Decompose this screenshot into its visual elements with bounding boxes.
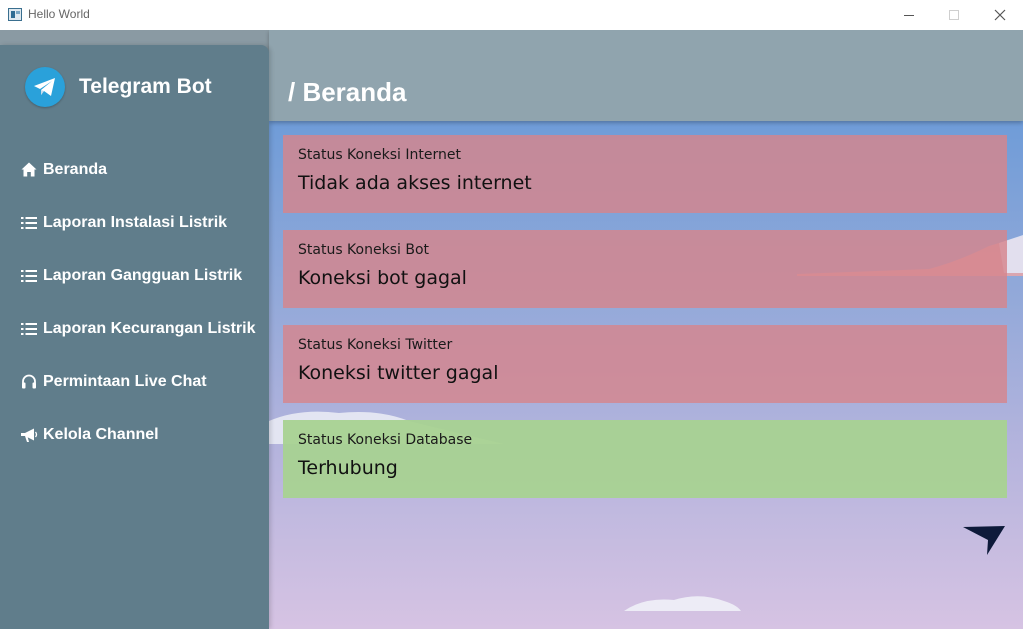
status-card-bot: Status Koneksi Bot Koneksi bot gagal — [283, 230, 1007, 308]
status-card-database: Status Koneksi Database Terhubung — [283, 420, 1007, 498]
list-icon — [20, 320, 38, 338]
brand: Telegram Bot — [25, 67, 212, 107]
maximize-icon — [949, 10, 959, 20]
status-card-twitter: Status Koneksi Twitter Koneksi twitter g… — [283, 325, 1007, 403]
status-card-label: Status Koneksi Database — [298, 432, 473, 448]
sidebar-item-label: Laporan Gangguan Listrik — [43, 266, 243, 284]
sidebar: Telegram Bot Beranda Laporan Instalasi L… — [0, 45, 269, 629]
sidebar-item-laporan-gangguan[interactable]: Laporan Gangguan Listrik — [20, 249, 256, 302]
sidebar-item-laporan-instalasi[interactable]: Laporan Instalasi Listrik — [20, 196, 256, 249]
status-card-value: Koneksi bot gagal — [298, 267, 467, 289]
minimize-button[interactable] — [886, 0, 932, 30]
status-card-label: Status Koneksi Twitter — [298, 337, 453, 353]
sidebar-item-beranda[interactable]: Beranda — [20, 143, 256, 196]
sidebar-nav: Beranda Laporan Instalasi Listrik Lapora… — [20, 143, 256, 461]
sidebar-item-label: Laporan Instalasi Listrik — [43, 213, 228, 231]
sidebar-item-live-chat[interactable]: Permintaan Live Chat — [20, 355, 256, 408]
minimize-icon — [904, 14, 914, 16]
brand-name: Telegram Bot — [79, 75, 212, 98]
close-button[interactable] — [977, 0, 1023, 30]
sidebar-item-label: Beranda — [43, 160, 108, 178]
status-card-value: Tidak ada akses internet — [298, 172, 532, 194]
status-card-label: Status Koneksi Internet — [298, 147, 461, 163]
window-content: Telegram Bot Beranda Laporan Instalasi L… — [0, 30, 1023, 629]
headset-icon — [20, 373, 38, 391]
page-header: / Beranda — [269, 30, 1023, 121]
close-icon — [994, 9, 1006, 21]
status-card-value: Terhubung — [298, 457, 398, 479]
sidebar-item-label: Laporan Kecurangan Listrik — [43, 319, 256, 337]
sidebar-item-label: Permintaan Live Chat — [43, 372, 207, 390]
list-icon — [20, 267, 38, 285]
telegram-logo-icon — [25, 67, 65, 107]
sidebar-item-kelola-channel[interactable]: Kelola Channel — [20, 408, 256, 461]
list-icon — [20, 214, 38, 232]
status-card-internet: Status Koneksi Internet Tidak ada akses … — [283, 135, 1007, 213]
page-title: / Beranda — [288, 77, 407, 107]
status-card-label: Status Koneksi Bot — [298, 242, 429, 258]
paper-plane-icon — [963, 526, 1005, 555]
window-title: Hello World — [28, 7, 90, 21]
sidebar-item-label: Kelola Channel — [43, 425, 159, 443]
sidebar-item-laporan-kecurangan[interactable]: Laporan Kecurangan Listrik — [20, 302, 256, 355]
main-panel: Status Koneksi Internet Tidak ada akses … — [269, 121, 1023, 629]
window-titlebar: Hello World — [0, 0, 1023, 30]
app-window-icon — [8, 8, 22, 21]
maximize-button[interactable] — [931, 0, 977, 30]
status-card-value: Koneksi twitter gagal — [298, 362, 499, 384]
megaphone-icon — [20, 426, 38, 444]
home-icon — [20, 161, 38, 179]
